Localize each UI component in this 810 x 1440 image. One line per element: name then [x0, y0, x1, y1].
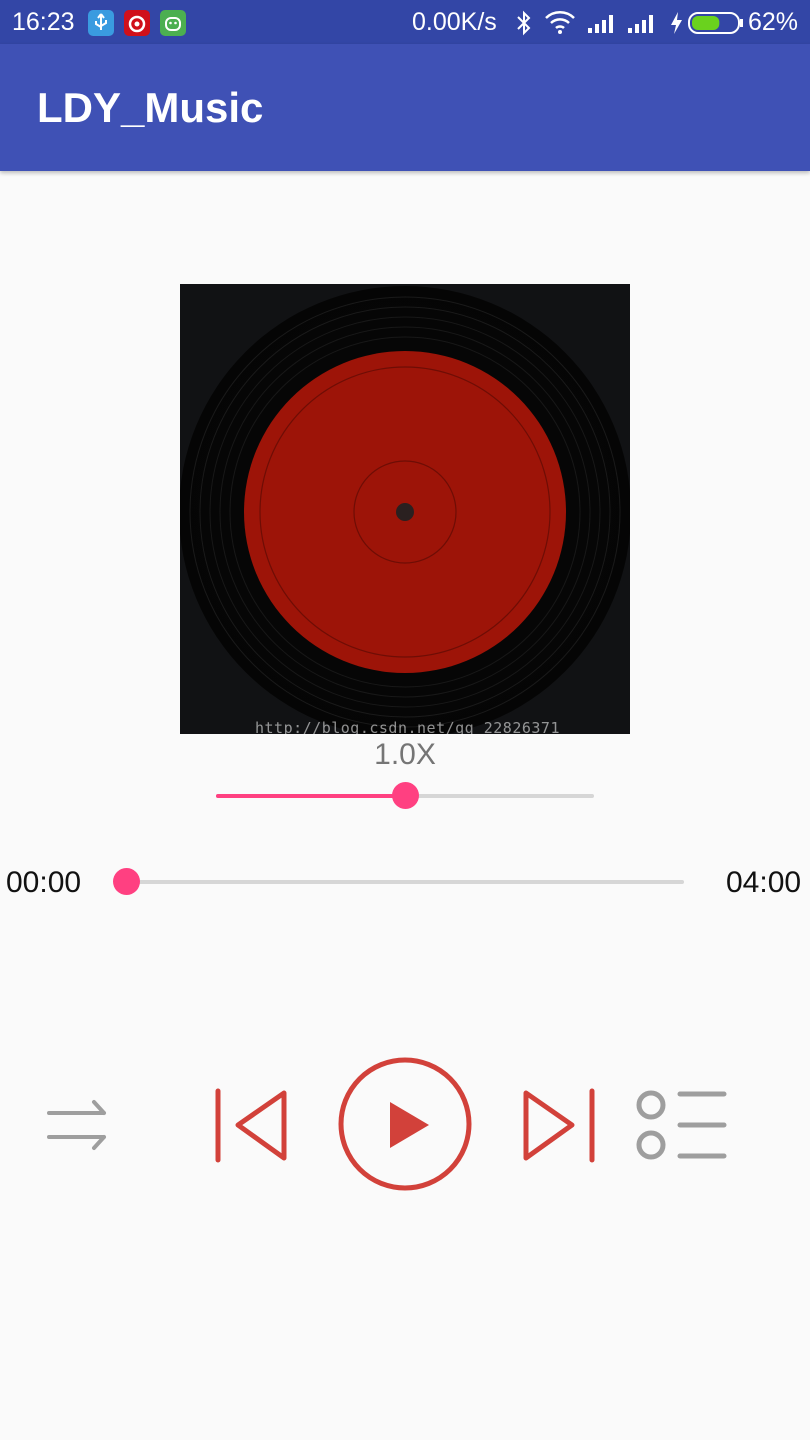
- speed-slider[interactable]: [216, 782, 594, 809]
- total-time: 04:00: [726, 866, 802, 899]
- progress-slider[interactable]: [113, 868, 684, 895]
- shuffle-icon: [47, 1100, 106, 1150]
- progress-slider-thumb[interactable]: [113, 868, 140, 895]
- charging-icon: [668, 10, 684, 41]
- bluetooth-icon: [514, 10, 534, 41]
- app-bar: LDY_Music: [0, 44, 810, 171]
- playlist-button[interactable]: [634, 1088, 730, 1169]
- app-title: LDY_Music: [37, 84, 264, 131]
- vinyl-record-icon: [180, 286, 630, 734]
- status-time: 16:23: [12, 8, 75, 36]
- watermark: http://blog.csdn.net/qq_22826371: [255, 719, 560, 737]
- netease-music-icon: [124, 10, 150, 36]
- skip-next-icon: [523, 1088, 595, 1163]
- previous-button[interactable]: [210, 1086, 294, 1171]
- speed-label: 1.0X: [374, 738, 436, 771]
- play-icon: [338, 1057, 472, 1191]
- android-face-icon: [160, 10, 186, 36]
- net-speed: 0.00K/s: [412, 8, 497, 36]
- signal-icon: [587, 12, 617, 39]
- play-button[interactable]: [336, 1055, 476, 1200]
- speed-slider-fill: [216, 794, 405, 798]
- shuffle-button[interactable]: [44, 1096, 110, 1161]
- skip-previous-icon: [215, 1088, 287, 1163]
- speed-slider-thumb[interactable]: [392, 782, 419, 809]
- playlist-icon: [636, 1090, 727, 1160]
- next-button[interactable]: [516, 1086, 600, 1171]
- status-bar: 16:23 0.00K/s 62%: [0, 0, 810, 44]
- album-cover[interactable]: [180, 284, 630, 734]
- battery-icon: [688, 12, 744, 39]
- usb-icon: [88, 10, 114, 36]
- wifi-icon: [544, 10, 576, 39]
- signal-icon: [627, 12, 657, 39]
- battery-percent: 62%: [748, 8, 799, 36]
- current-time: 00:00: [6, 866, 82, 899]
